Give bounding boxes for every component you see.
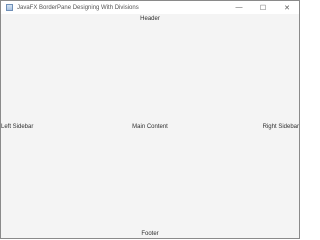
app-window: JavaFX BorderPane Designing With Divisio… [0,0,300,239]
maximize-button[interactable]: ☐ [251,1,275,14]
maximize-icon: ☐ [259,4,267,12]
window-controls: — ☐ ✕ [227,1,299,14]
close-icon: ✕ [284,4,290,12]
right-sidebar-label: Right Sidebar [262,124,299,130]
minimize-icon: — [235,4,243,11]
close-button[interactable]: ✕ [275,1,299,14]
minimize-button[interactable]: — [227,1,251,14]
border-pane: Header Left Sidebar Main Content Right S… [1,14,299,238]
middle-row: Left Sidebar Main Content Right Sidebar [1,124,299,132]
title-bar[interactable]: JavaFX BorderPane Designing With Divisio… [1,1,299,14]
header-label: Header [140,16,160,22]
footer-label: Footer [141,231,159,237]
main-content-label: Main Content [132,124,168,130]
window-title: JavaFX BorderPane Designing With Divisio… [17,4,139,11]
app-icon [6,4,13,11]
